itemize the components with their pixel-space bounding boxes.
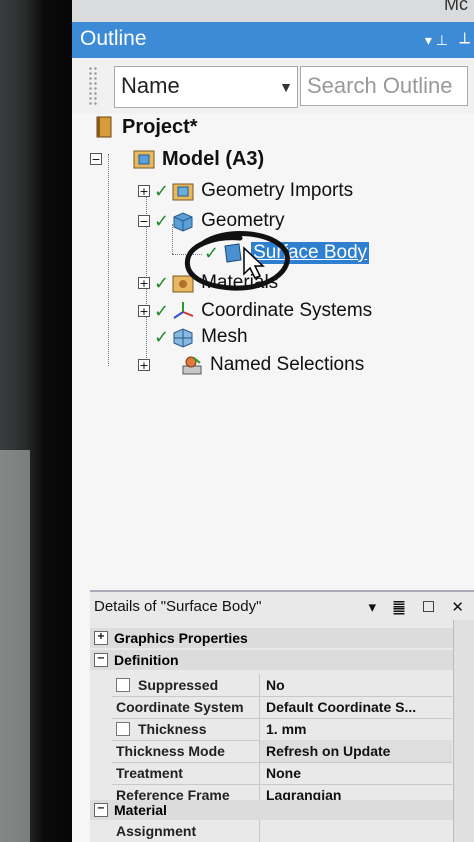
coordinate-systems-icon [173,302,194,319]
tree-item-named-selections[interactable]: + Named Selections [138,352,364,378]
screen: Mc Outline ▾ ⊥ ⟂ Name ▼ Project* − [72,0,474,842]
tree-item-mesh[interactable]: ✓ Mesh [154,324,248,350]
detail-row-coordinate-system[interactable]: Coordinate System Default Coordinate S..… [112,696,452,719]
tree-item-coordinate-systems[interactable]: + ✓ Coordinate Systems [138,298,372,324]
chevron-down-icon: ▼ [279,79,293,95]
section-material[interactable]: − Material [90,800,474,820]
detail-key: Treatment [112,762,260,784]
model-icon [133,150,155,169]
tree-item-label: Geometry Imports [201,180,354,201]
collapse-icon[interactable]: − [138,215,150,227]
detail-value[interactable] [260,820,452,842]
detail-key: Thickness Mode [112,740,260,762]
details-title: Details of "Surface Body" [94,597,262,615]
expand-icon[interactable]: + [138,185,150,197]
section-definition[interactable]: − Definition [90,650,474,670]
name-filter-label: Name [121,73,180,98]
collapse-icon[interactable]: − [94,653,108,667]
pin-icon[interactable]: ▾ ⊥ [425,32,448,49]
detail-key: Coordinate System [112,696,260,718]
name-filter-dropdown[interactable]: Name ▼ [114,66,298,108]
named-selections-icon [182,356,202,375]
tree-item-model[interactable]: − Model (A3) [90,146,264,172]
tree-item-label: Coordinate Systems [201,300,373,321]
outline-panel-header: Outline ▾ ⊥ ⟂ [72,22,474,58]
detail-row-thickness[interactable]: Thickness 1. mm [112,718,452,741]
close-icon[interactable]: ⟂ [459,30,470,48]
tree-item-label: Mesh [201,326,248,347]
outline-toolbar: Name ▼ [72,58,474,114]
tree-item-geometry-imports[interactable]: + ✓ Geometry Imports [138,178,353,204]
detail-value[interactable]: No [260,674,452,696]
toolbar-grip-icon[interactable] [88,66,98,106]
detail-value[interactable]: 1. mm [260,718,452,740]
tree-connector [108,154,109,366]
checkbox[interactable] [116,722,130,736]
checkmark-icon: ✓ [154,272,170,294]
outline-tree: Project* − Model (A3) + ✓ Geometry Impor… [72,114,474,590]
tree-item-label: Named Selections [210,354,365,375]
details-header: Details of "Surface Body" ▾ ䷀ ☐ ✕ [90,592,474,620]
hand-cursor-icon [243,246,265,279]
detail-row-assignment[interactable]: Assignment [112,820,452,842]
checkmark-icon: ✓ [154,180,170,202]
detail-row-treatment[interactable]: Treatment None [112,762,452,785]
tree-item-project[interactable]: Project* [92,114,198,140]
collapse-icon[interactable]: − [90,153,102,165]
checkmark-icon: ✓ [154,210,170,232]
outline-title: Outline [80,27,147,50]
search-outline-input[interactable] [300,66,468,106]
background-wall [0,450,30,842]
detail-row-suppressed[interactable]: Suppressed No [112,674,452,697]
section-label: Graphics Properties [114,630,248,646]
detail-value[interactable]: None [260,762,452,784]
detail-key: Thickness [138,721,207,737]
checkbox[interactable] [116,678,130,692]
expand-icon[interactable]: + [138,277,150,289]
tree-item-label: Project* [122,115,198,138]
section-graphics-properties[interactable]: + Graphics Properties [90,628,474,648]
window-corner-text: Mc [444,0,468,14]
detail-value[interactable]: Refresh on Update [260,740,452,762]
geometry-imports-icon [172,183,194,201]
expand-icon[interactable]: + [138,359,150,371]
details-panel: Details of "Surface Body" ▾ ䷀ ☐ ✕ + Grap… [90,590,474,842]
detail-key: Suppressed [138,677,219,693]
collapse-icon[interactable]: − [94,803,108,817]
window-top-strip: Mc [72,0,474,22]
detail-row-thickness-mode[interactable]: Thickness Mode Refresh on Update [112,740,452,763]
mesh-icon [173,328,193,348]
detail-value[interactable]: Default Coordinate S... [260,696,452,718]
section-label: Definition [114,652,179,668]
details-window-controls[interactable]: ▾ ䷀ ☐ ✕ [369,598,471,616]
section-label: Material [114,802,167,818]
annotation-circle [184,231,290,291]
checkmark-icon: ✓ [154,300,170,322]
expand-icon[interactable]: + [94,631,108,645]
detail-key: Assignment [112,820,260,842]
details-scrollbar[interactable] [453,620,474,842]
project-icon [96,116,112,138]
expand-icon[interactable]: + [138,305,150,317]
tree-item-label: Model (A3) [162,147,265,170]
checkmark-icon: ✓ [154,326,170,348]
